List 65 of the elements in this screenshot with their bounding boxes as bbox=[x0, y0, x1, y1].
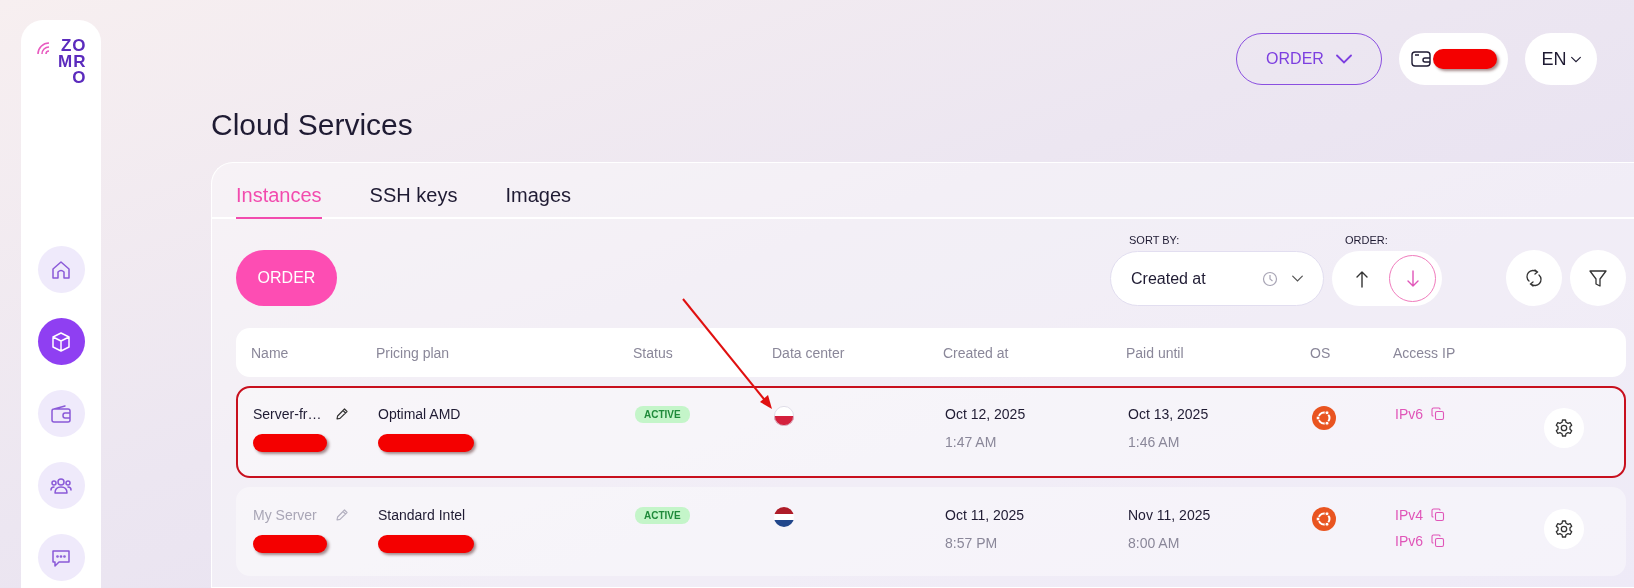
created-date: Oct 12, 2025 bbox=[945, 406, 1027, 422]
column-header: Paid until bbox=[1126, 344, 1185, 361]
paid-until-time: 1:46 AM bbox=[1128, 434, 1181, 450]
logo[interactable]: ZOMRO bbox=[47, 38, 87, 87]
copy-icon[interactable] bbox=[1431, 407, 1445, 421]
settings-icon bbox=[1554, 418, 1574, 438]
refresh-button[interactable] bbox=[1506, 250, 1562, 306]
created-date: Oct 11, 2025 bbox=[945, 507, 1026, 523]
wallet-icon bbox=[1410, 50, 1431, 68]
nav-button[interactable] bbox=[37, 246, 85, 293]
column-header: Pricing plan bbox=[376, 344, 451, 361]
nav-button[interactable] bbox=[37, 462, 85, 509]
nav-button[interactable] bbox=[37, 534, 85, 581]
ip-link[interactable]: IPv6 bbox=[1395, 406, 1423, 422]
pencil-icon[interactable] bbox=[335, 407, 349, 421]
paid-until-date: Nov 11, 2025 bbox=[1128, 507, 1212, 523]
column-header: Created at bbox=[943, 344, 1010, 361]
order-button[interactable]: ORDER bbox=[236, 250, 337, 306]
server-name: My Server bbox=[253, 507, 317, 523]
created-time: 1:47 AM bbox=[945, 434, 998, 450]
tab[interactable]: Images bbox=[505, 184, 571, 219]
filter-button[interactable] bbox=[1570, 250, 1626, 306]
chevron-down-icon bbox=[1335, 54, 1352, 64]
language-button[interactable]: EN bbox=[1525, 33, 1597, 85]
filter-icon bbox=[1587, 267, 1609, 289]
ubuntu-logo-icon bbox=[1312, 507, 1336, 531]
page-title: Cloud Services bbox=[211, 107, 414, 143]
paid-until-time: 8:00 AM bbox=[1128, 535, 1181, 551]
sort-dropdown[interactable]: Created at bbox=[1110, 251, 1324, 306]
status-badge: ACTIVE bbox=[635, 406, 690, 423]
flag-icon bbox=[774, 406, 794, 426]
status-badge: ACTIVE bbox=[635, 507, 690, 524]
settings-icon bbox=[1554, 519, 1574, 539]
pricing-plan: Standard Intel bbox=[378, 507, 467, 523]
created-time: 8:57 PM bbox=[945, 535, 999, 551]
column-header: Access IP bbox=[1393, 344, 1457, 361]
copy-icon[interactable] bbox=[1431, 508, 1445, 522]
column-header: Name bbox=[251, 344, 290, 361]
nav-button[interactable] bbox=[37, 390, 85, 437]
paid-until-date: Oct 13, 2025 bbox=[1128, 406, 1210, 422]
flag-icon bbox=[774, 507, 794, 527]
settings-button[interactable] bbox=[1544, 509, 1584, 549]
ubuntu-logo-icon bbox=[1312, 406, 1336, 430]
tab[interactable]: SSH keys bbox=[369, 184, 458, 219]
chevron-down-icon bbox=[1292, 275, 1303, 282]
column-header: Status bbox=[633, 344, 674, 361]
arrow-up-icon bbox=[1355, 269, 1368, 288]
column-header: OS bbox=[1310, 344, 1332, 361]
clock-icon bbox=[1262, 270, 1278, 287]
sort-by-label: SORT BY: bbox=[1128, 234, 1181, 246]
copy-icon[interactable] bbox=[1431, 534, 1445, 548]
refresh-icon bbox=[1523, 267, 1545, 289]
order-label: ORDER: bbox=[1344, 234, 1389, 246]
ip-link[interactable]: IPv4 bbox=[1395, 507, 1423, 523]
server-name: Server-fr… bbox=[253, 406, 322, 422]
box-icon bbox=[49, 329, 73, 354]
nav-button[interactable] bbox=[37, 318, 85, 365]
wallet-button[interactable] bbox=[1399, 33, 1508, 85]
column-header: Data center bbox=[772, 344, 846, 361]
chevron-down-icon bbox=[1570, 55, 1581, 63]
arrow-down-icon bbox=[1406, 269, 1419, 288]
settings-button[interactable] bbox=[1544, 408, 1584, 448]
ip-link[interactable]: IPv6 bbox=[1395, 533, 1423, 549]
pricing-plan: Optimal AMD bbox=[378, 406, 462, 422]
tab[interactable]: Instances bbox=[236, 184, 322, 219]
